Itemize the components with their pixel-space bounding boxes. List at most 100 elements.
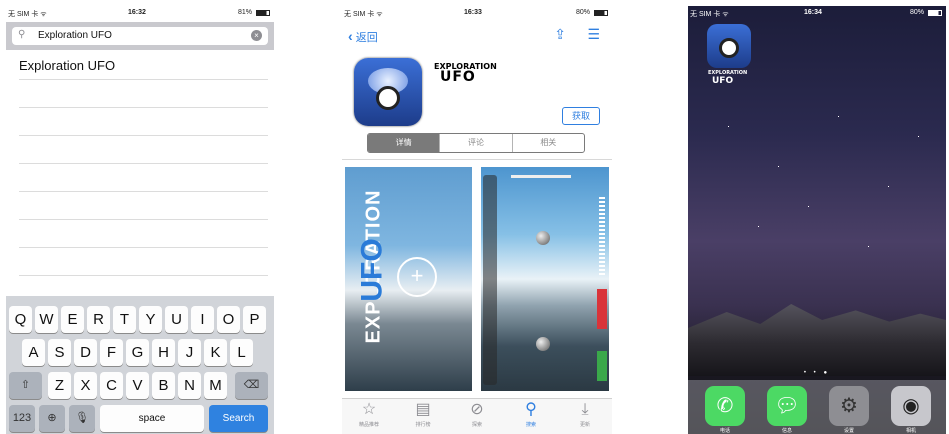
key-g[interactable]: G [126,339,149,366]
search-icon: ⚲ [18,29,26,40]
app-icon [354,58,422,126]
get-button[interactable]: 获取 [562,107,600,125]
key-s[interactable]: S [48,339,71,366]
dock-label-messages: 信息 [781,428,792,434]
tab-charts[interactable]: ▤ 排行榜 [396,399,450,428]
list-icon[interactable]: ☰ [587,26,600,43]
key-u[interactable]: U [165,306,188,333]
delete-key[interactable]: ⌫ [235,372,268,399]
search-input[interactable]: ⚲ Exploration UFO × [12,27,268,45]
divider [19,107,268,108]
divider [19,219,268,220]
keyboard: Q W E R T Y U I O P A S D F G H J K L ⇧ … [6,296,274,434]
camera-icon[interactable]: ◉ [891,386,931,426]
wallpaper-mountains [688,304,946,376]
divider [19,163,268,164]
messages-icon[interactable]: 💬︎ [767,386,807,426]
back-button[interactable]: ‹ 返回 [348,28,378,45]
key-a[interactable]: A [22,339,45,366]
clock: 16:32 [128,9,146,16]
key-j[interactable]: J [178,339,201,366]
key-r[interactable]: R [87,306,110,333]
key-e[interactable]: E [61,306,84,333]
tab-updates[interactable]: ⤓ 更新 [558,399,612,428]
share-icon[interactable]: ⇪ [554,26,566,43]
tab-search[interactable]: ⚲ 搜索 [504,399,558,428]
search-icon: ⚲ [525,401,537,418]
star-icon: ☆ [361,401,377,418]
key-t[interactable]: T [113,306,136,333]
key-d[interactable]: D [74,339,97,366]
space-key[interactable]: space [100,405,204,432]
status-bar: 无 SIM 卡 ᯤ 16:32 81% [6,6,274,20]
app-detail-screen: 无 SIM 卡 ᯤ 16:33 80% ‹ 返回 ⇪ ☰ EXPLORATION… [342,6,612,434]
battery-icon [256,10,270,16]
key-w[interactable]: W [35,306,58,333]
settings-icon[interactable]: ⚙ [829,386,869,426]
screenshot-1[interactable]: EXPLORATION UFO + [345,167,472,391]
divider [19,191,268,192]
key-q[interactable]: Q [9,306,32,333]
app-label: EXPLORATION UFO [708,70,747,86]
key-i[interactable]: I [191,306,214,333]
tab-bar: ☆ 精品推荐 ▤ 排行榜 ⊘ 探索 ⚲ 搜索 ⤓ 更新 [342,398,612,434]
battery-percent: 80% [575,9,590,16]
tab-explore[interactable]: ⊘ 探索 [450,399,504,428]
dock: ✆ 电话 💬︎ 信息 ⚙ 设置 ◉ 相机 [688,380,946,434]
battery-percent: 81% [237,9,252,16]
segmented-control: 详情 评论 相关 [367,133,585,153]
compass-icon: ⊘ [470,401,484,418]
key-l[interactable]: L [230,339,253,366]
key-n[interactable]: N [178,372,201,399]
page-indicator[interactable]: • • ● [688,370,946,376]
globe-icon[interactable]: ⊕ [39,405,65,432]
key-p[interactable]: P [243,306,266,333]
tab-details[interactable]: 详情 [368,134,440,152]
clock: 16:34 [804,9,822,16]
key-c[interactable]: C [100,372,123,399]
shift-key[interactable]: ⇧ [9,372,42,399]
download-icon: ⤓ [581,401,589,418]
clear-icon[interactable]: × [251,30,262,41]
search-bar: ⚲ Exploration UFO × [6,22,274,50]
dock-label-settings: 设置 [843,428,854,434]
exploration-ufo-app-icon[interactable] [707,24,751,68]
nav-bar: ‹ 返回 ⇪ ☰ [342,22,612,48]
status-bar: 无 SIM 卡 ᯤ 16:33 80% [342,6,612,20]
battery-icon [928,10,942,16]
battery-indicator [597,351,607,381]
search-value: Exploration UFO [38,30,112,41]
numbers-key[interactable]: 123 [9,405,35,432]
app-logo: EXPLORATION UFO [434,62,497,85]
record-indicator [597,289,607,329]
back-label: 返回 [355,32,378,44]
carrier-label: 无 SIM 卡 ᯤ [344,11,383,18]
tab-featured[interactable]: ☆ 精品推荐 [342,399,396,428]
microphone-icon[interactable]: 🎙︎ [69,405,95,432]
joystick-icon [536,337,550,351]
key-z[interactable]: Z [48,372,71,399]
tab-related[interactable]: 相关 [511,134,584,152]
divider [19,79,268,80]
key-y[interactable]: Y [139,306,162,333]
tab-reviews[interactable]: 评论 [439,134,511,152]
divider [342,159,612,160]
search-result[interactable]: Exploration UFO [19,58,115,73]
key-b[interactable]: B [152,372,175,399]
key-f[interactable]: F [100,339,123,366]
key-k[interactable]: K [204,339,227,366]
altitude-gauge [599,197,605,277]
app-label-line2: UFO [712,76,734,86]
key-m[interactable]: M [204,372,227,399]
phone-icon[interactable]: ✆ [705,386,745,426]
key-v[interactable]: V [126,372,149,399]
search-key[interactable]: Search [209,405,268,432]
app-logo-line2: UFO [440,69,476,85]
battery-icon [594,10,608,16]
key-o[interactable]: O [217,306,240,333]
key-x[interactable]: X [74,372,97,399]
home-screen: 无 SIM 卡 ᯤ 16:34 80% EXPLORATION UFO • • … [688,6,946,434]
screenshot-2[interactable] [481,167,609,391]
divider [19,247,268,248]
key-h[interactable]: H [152,339,175,366]
